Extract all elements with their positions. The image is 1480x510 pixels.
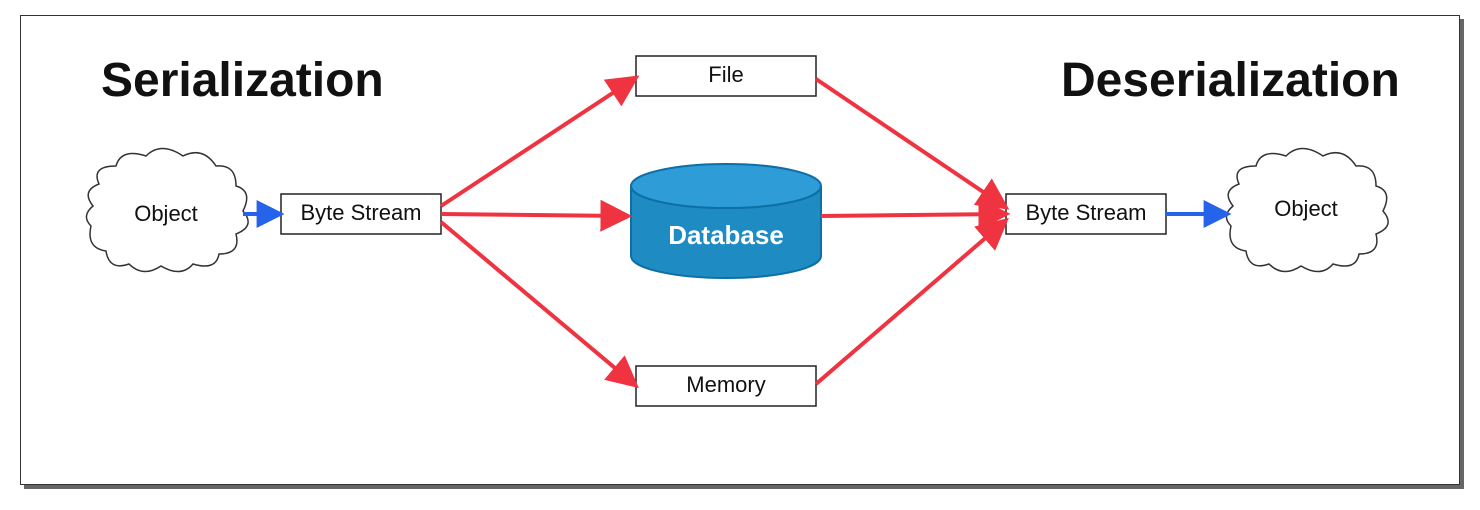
- diagram-frame: Serialization Deserialization Object Byt…: [0, 0, 1480, 510]
- object-left-label: Object: [134, 201, 198, 226]
- file-label: File: [708, 62, 743, 87]
- byte-stream-left-box: Byte Stream: [281, 194, 441, 234]
- arrow-file-to-bytestream: [816, 79, 1004, 206]
- heading-serialization: Serialization: [101, 54, 384, 107]
- heading-deserialization: Deserialization: [1061, 54, 1400, 107]
- arrow-memory-to-bytestream: [816, 222, 1004, 384]
- arrow-bytestream-to-database: [441, 214, 626, 216]
- byte-stream-right-label: Byte Stream: [1025, 200, 1146, 225]
- byte-stream-left-label: Byte Stream: [300, 200, 421, 225]
- byte-stream-right-box: Byte Stream: [1006, 194, 1166, 234]
- memory-box: Memory: [636, 366, 816, 406]
- object-right-label: Object: [1274, 196, 1338, 221]
- object-right-cloud: Object: [1226, 149, 1388, 272]
- memory-label: Memory: [686, 372, 765, 397]
- object-left-cloud: Object: [86, 149, 248, 272]
- diagram-border: Serialization Deserialization Object Byt…: [20, 15, 1460, 485]
- arrow-bytestream-to-memory: [441, 222, 634, 384]
- database-cylinder: Database: [631, 164, 821, 278]
- diagram-svg: Serialization Deserialization Object Byt…: [21, 16, 1461, 486]
- file-box: File: [636, 56, 816, 96]
- database-label: Database: [668, 220, 784, 250]
- arrow-database-to-bytestream: [821, 214, 1004, 216]
- arrow-bytestream-to-file: [441, 79, 634, 206]
